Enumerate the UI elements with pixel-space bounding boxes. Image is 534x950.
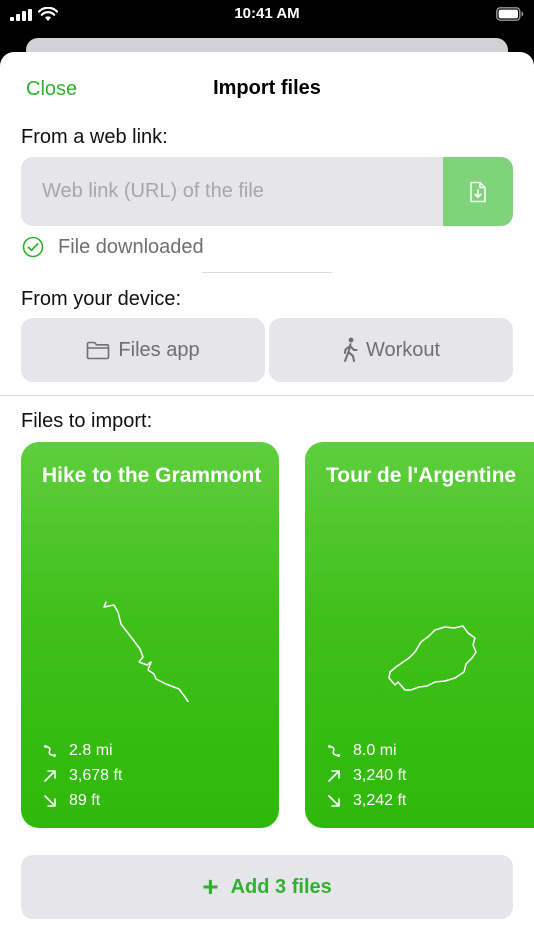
ascent-row: 3,240 ft	[327, 763, 406, 788]
page-title: Import files	[213, 77, 321, 99]
descent-row: 89 ft	[43, 788, 122, 813]
checkmark-circle-icon	[22, 236, 44, 258]
battery-icon	[496, 7, 524, 21]
descent-value: 89 ft	[69, 791, 101, 809]
folder-icon	[87, 341, 110, 359]
import-file-card[interactable]: Tour de l'Argentine 8.0 mi 3,240 ft 3,24…	[305, 442, 534, 828]
divider	[202, 272, 332, 273]
distance-value: 8.0 mi	[353, 741, 397, 759]
web-link-section-label: From a web link:	[21, 126, 168, 148]
route-preview	[388, 625, 477, 691]
ascent-value: 3,240 ft	[353, 766, 407, 784]
ascent-value: 3,678 ft	[69, 766, 123, 784]
import-files-sheet: Close Import files From a web link: File…	[0, 52, 534, 950]
route-distance-icon	[328, 744, 340, 757]
status-bar: 10:41 AM	[0, 0, 534, 32]
card-title: Hike to the Grammont	[42, 464, 262, 487]
files-app-label: Files app	[118, 338, 200, 361]
download-status: File downloaded	[22, 234, 204, 260]
route-preview	[103, 601, 190, 702]
device-section-label: From your device:	[21, 288, 182, 310]
files-app-button[interactable]: Files app	[21, 318, 265, 382]
arrow-down-right-icon	[44, 794, 56, 807]
plus-icon: +	[202, 871, 219, 902]
route-distance-icon	[44, 744, 56, 757]
workout-label: Workout	[365, 338, 441, 361]
url-input[interactable]	[21, 157, 441, 226]
arrow-up-right-icon	[328, 769, 340, 782]
download-status-text: File downloaded	[58, 235, 204, 258]
distance-row: 8.0 mi	[327, 738, 406, 763]
add-files-button[interactable]: + Add 3 files	[21, 855, 513, 919]
workout-button[interactable]: Workout	[269, 318, 513, 382]
distance-value: 2.8 mi	[69, 741, 113, 759]
descent-value: 3,242 ft	[353, 791, 407, 809]
card-stats: 8.0 mi 3,240 ft 3,242 ft	[327, 738, 406, 813]
descent-row: 3,242 ft	[327, 788, 406, 813]
card-stats: 2.8 mi 3,678 ft 89 ft	[43, 738, 122, 813]
import-section-label: Files to import:	[21, 410, 153, 432]
distance-row: 2.8 mi	[43, 738, 122, 763]
card-title: Tour de l'Argentine	[326, 464, 517, 487]
arrow-up-right-icon	[44, 769, 56, 782]
import-file-card[interactable]: Hike to the Grammont 2.8 mi 3,678 ft 89 …	[21, 442, 279, 828]
file-download-icon	[470, 181, 486, 202]
status-time: 10:41 AM	[234, 5, 300, 22]
walking-figure-icon	[343, 337, 358, 362]
add-files-label: Add 3 files	[230, 875, 332, 898]
section-divider	[0, 395, 534, 396]
ascent-row: 3,678 ft	[43, 763, 122, 788]
download-button[interactable]	[443, 157, 513, 226]
url-field	[21, 157, 513, 226]
arrow-down-right-icon	[328, 794, 340, 807]
